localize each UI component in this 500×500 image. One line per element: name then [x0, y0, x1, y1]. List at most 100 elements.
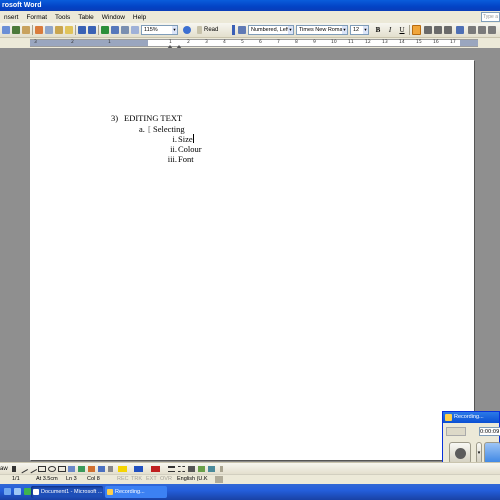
hyperlink-icon[interactable] — [101, 26, 109, 34]
format-painter-icon[interactable] — [65, 26, 73, 34]
ruler-number: 9 — [313, 40, 316, 45]
line-icon[interactable] — [18, 464, 29, 474]
toolbar-separator — [220, 466, 223, 472]
align-right-icon[interactable] — [434, 26, 442, 34]
window-title-bar[interactable]: rosoft Word — [0, 0, 500, 11]
redo-icon[interactable] — [88, 26, 96, 34]
status-language[interactable]: English (U.K — [177, 475, 208, 484]
arrow-icon[interactable] — [27, 464, 38, 474]
media-player-icon[interactable] — [24, 488, 31, 495]
ruler-number: 12 — [365, 40, 371, 45]
read-button[interactable]: Read — [204, 25, 218, 35]
spelling-icon[interactable] — [12, 26, 20, 34]
status-trk[interactable]: TRK — [131, 475, 142, 484]
fill-color-icon[interactable] — [118, 466, 127, 472]
taskbar-item-recording[interactable]: Recording... — [105, 486, 167, 498]
internet-explorer-icon[interactable] — [14, 488, 21, 495]
paragraph-marker: [ — [148, 124, 151, 134]
document-page[interactable]: 3) EDITING TEXT a. [ Selecting i. Size i… — [30, 60, 474, 460]
zoom-select[interactable]: 115% ▼ — [141, 25, 178, 35]
status-ovr[interactable]: OVR — [160, 475, 172, 484]
font-color-icon[interactable] — [151, 466, 160, 472]
pause-button[interactable] — [484, 442, 500, 464]
undo-icon[interactable] — [78, 26, 86, 34]
list-number: iii. — [167, 154, 177, 164]
taskbar-item-word[interactable]: Document1 - Microsoft ... — [31, 486, 103, 498]
paste-icon[interactable] — [55, 26, 63, 34]
taskbar: Document1 - Microsoft ... Recording... — [0, 484, 500, 500]
line-style-icon[interactable] — [168, 466, 175, 472]
align-left-icon[interactable] — [412, 25, 421, 35]
read-icon — [197, 26, 202, 34]
menu-help[interactable]: Help — [129, 14, 150, 21]
columns-icon[interactable] — [121, 26, 129, 34]
underline-button[interactable]: U — [397, 25, 407, 35]
ruler-bar: 3 2 1 1 2 3 4 5 6 7 8 9 10 11 12 13 14 1… — [0, 38, 500, 49]
toolbar-separator — [409, 25, 410, 35]
line-spacing-icon[interactable] — [456, 26, 464, 34]
menu-window[interactable]: Window — [98, 14, 129, 21]
line-color-icon[interactable] — [134, 466, 143, 472]
styles-icon[interactable] — [238, 26, 246, 34]
recording-source-select[interactable] — [446, 427, 466, 436]
decrease-indent-icon[interactable] — [488, 26, 496, 34]
style-select[interactable]: Numbered, Left ▼ — [248, 25, 294, 35]
taskbar-item-label: Document1 - Microsoft ... — [41, 489, 103, 495]
align-center-icon[interactable] — [424, 26, 432, 34]
diagram-icon[interactable] — [78, 466, 85, 472]
bullets-icon[interactable] — [478, 26, 486, 34]
show-desktop-icon[interactable] — [4, 488, 11, 495]
zoom-value: 115% — [144, 27, 158, 33]
text-box-icon[interactable] — [58, 466, 66, 472]
clip-art-icon[interactable] — [88, 466, 95, 472]
oval-icon[interactable] — [48, 466, 56, 472]
tables-icon[interactable] — [111, 26, 119, 34]
copy-icon[interactable] — [45, 26, 53, 34]
word-icon — [33, 489, 39, 495]
ruler-number: 6 — [259, 40, 262, 45]
list-item: Colour — [178, 144, 202, 154]
recording-title-bar[interactable]: Recording... — [443, 412, 499, 423]
record-button[interactable] — [449, 442, 471, 464]
preview-icon[interactable] — [2, 26, 10, 34]
ruler-number: 10 — [331, 40, 337, 45]
heading-number: 3) — [111, 113, 119, 123]
ruler-left-margin — [30, 40, 148, 46]
font-value: Times New Roman — [299, 27, 346, 33]
chevron-down-icon: ▼ — [288, 26, 293, 34]
shadow-style-icon[interactable] — [198, 466, 205, 472]
menu-tools[interactable]: Tools — [51, 14, 74, 21]
rectangle-icon[interactable] — [38, 466, 46, 472]
horizontal-ruler[interactable]: 3 2 1 1 2 3 4 5 6 7 8 9 10 11 12 13 14 1… — [30, 39, 478, 49]
help-search-input[interactable]: Type a — [481, 12, 500, 22]
menu-format[interactable]: Format — [22, 14, 51, 21]
recording-timer: 0:00:09 — [479, 427, 500, 436]
select-objects-icon[interactable] — [12, 466, 16, 472]
justify-icon[interactable] — [444, 26, 452, 34]
research-icon[interactable] — [22, 26, 30, 34]
font-select[interactable]: Times New Roman ▼ — [296, 25, 348, 35]
toolbar-grip[interactable] — [232, 25, 235, 35]
dash-style-icon[interactable] — [178, 466, 185, 472]
status-ext[interactable]: EXT — [146, 475, 157, 484]
help-icon[interactable] — [183, 26, 191, 34]
arrow-style-icon[interactable] — [188, 466, 195, 472]
menu-insert[interactable]: nsert — [0, 14, 22, 21]
menu-table[interactable]: Table — [74, 14, 98, 21]
font-size-value: 12 — [353, 27, 360, 33]
drawing-icon[interactable] — [131, 26, 139, 34]
picture-icon[interactable] — [98, 466, 105, 472]
wordart-icon[interactable] — [68, 466, 75, 472]
3d-style-icon[interactable] — [208, 466, 215, 472]
list-item: Size — [178, 134, 194, 144]
ruler-number: 11 — [348, 40, 354, 45]
spelling-status-icon[interactable] — [215, 476, 223, 483]
bold-button[interactable]: B — [373, 25, 383, 35]
italic-button[interactable]: I — [385, 25, 395, 35]
font-size-select[interactable]: 12 ▼ — [350, 25, 369, 35]
status-rec[interactable]: REC — [117, 475, 129, 484]
numbering-icon[interactable] — [468, 26, 476, 34]
cut-icon[interactable] — [35, 26, 43, 34]
ruler-number: 7 — [277, 40, 280, 45]
record-options-dropdown[interactable]: ▾ — [476, 442, 482, 464]
